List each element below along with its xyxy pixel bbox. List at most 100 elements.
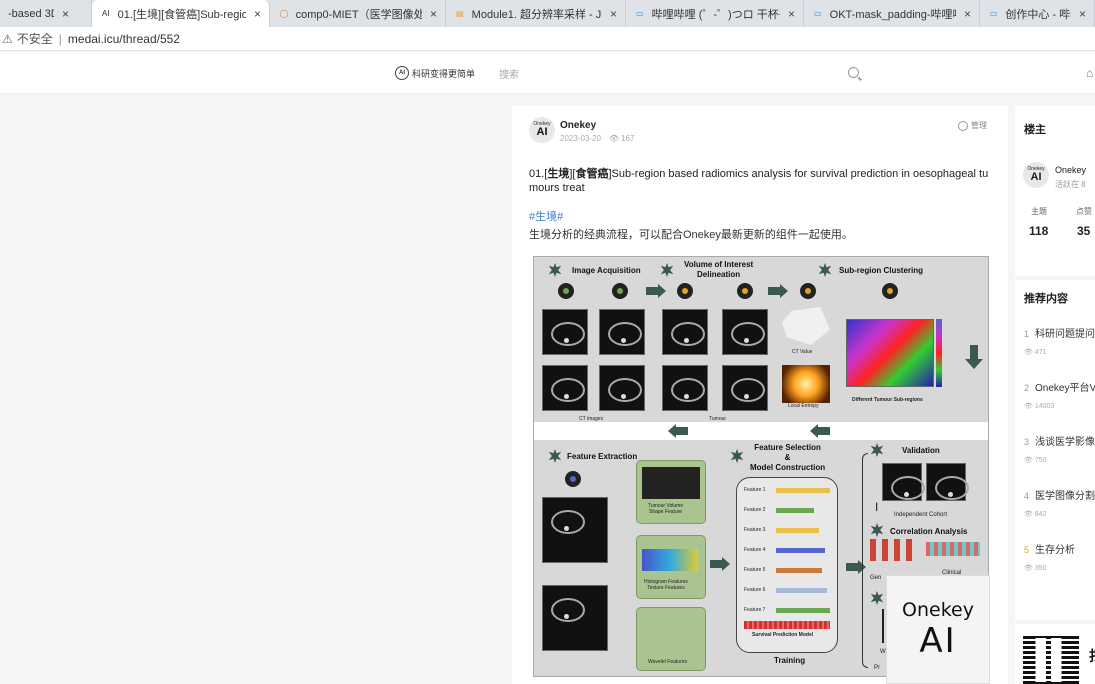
- feature-bar: [776, 588, 827, 593]
- avatar-main-text: AI: [536, 126, 548, 138]
- hashtag-link[interactable]: #生境#: [529, 208, 563, 224]
- label-validation: Validation: [902, 446, 940, 455]
- tab-close-icon[interactable]: ×: [62, 7, 69, 21]
- text-cursor-icon: I: [875, 500, 879, 514]
- views-icon: 👁: [608, 134, 620, 143]
- security-label[interactable]: 不安全: [17, 30, 53, 47]
- url-text[interactable]: medai.icu/thread/552: [68, 32, 180, 46]
- browser-tab[interactable]: ◯ comp0-MIET（医学图像处理）/ ×: [270, 0, 446, 27]
- shape-feature-image: [642, 467, 700, 499]
- address-bar[interactable]: ⚠ 不安全 | medai.icu/thread/552: [0, 27, 1095, 51]
- tab-close-icon[interactable]: ×: [964, 7, 971, 21]
- browser-tab[interactable]: ▭ 创作中心 - 哔哩哔哩弹 ×: [980, 0, 1095, 27]
- list-item[interactable]: 1 科研问题提问: [1024, 325, 1095, 340]
- subregion-heatmap: [846, 319, 934, 387]
- step-icon: [870, 591, 884, 605]
- chart-axis: [882, 609, 884, 643]
- site-header: AI 科研变得更简单 搜索 ⌂: [0, 52, 1095, 94]
- local-entropy-map: [782, 365, 830, 403]
- survival-model-bar: [744, 621, 830, 629]
- post-views: 167: [621, 134, 635, 143]
- tab-close-icon[interactable]: ×: [788, 7, 795, 21]
- ct-scan-image: [599, 365, 645, 411]
- flow-arrow-head: [658, 284, 666, 298]
- recommend-title: 科研问题提问: [1035, 329, 1095, 340]
- search-icon[interactable]: [848, 67, 859, 78]
- label-feature-selection-line1: Feature Selection: [754, 443, 821, 452]
- label-feature-selection-line3: Model Construction: [750, 463, 826, 472]
- tab-title: 哔哩哔哩 (゜-゜)つロ 干杯~-bili: [651, 8, 780, 21]
- browser-tab[interactable]: AI 01.[生境][食管癌]Sub-region ba ×: [92, 0, 270, 27]
- search-input[interactable]: 搜索: [499, 66, 865, 82]
- rank-number: 2: [1024, 383, 1030, 393]
- label-w: W: [880, 649, 886, 655]
- figure-divider: [534, 422, 988, 440]
- address-divider: |: [58, 31, 62, 46]
- step-icon: [730, 449, 744, 463]
- tab-title: -based 3D supe: [8, 7, 54, 20]
- manage-label: 管理: [971, 121, 987, 130]
- flow-arrow-head: [965, 359, 983, 369]
- home-icon[interactable]: ⌂: [1086, 66, 1093, 80]
- tab-title: Module1. 超分辨率采样 - Jupyt: [471, 8, 602, 21]
- author-name[interactable]: Onekey: [560, 120, 596, 131]
- list-item[interactable]: 5 生存分析: [1024, 541, 1075, 556]
- heatmap-legend: [936, 319, 942, 387]
- avatar[interactable]: Onekey AI: [529, 117, 555, 143]
- list-item[interactable]: 3 浅谈医学影像: [1024, 433, 1095, 448]
- flow-arrow: [970, 345, 978, 359]
- title-tag-cancer: 食管癌: [575, 168, 609, 180]
- flow-arrow: [646, 287, 658, 295]
- tab-favicon-icon: ◯: [279, 9, 289, 18]
- flow-arrow-head: [722, 557, 730, 571]
- site-logo[interactable]: AI 科研变得更简单: [395, 66, 475, 80]
- feature-label: Feature 2: [744, 507, 766, 513]
- tab-close-icon[interactable]: ×: [254, 7, 261, 21]
- tab-close-icon[interactable]: ×: [610, 7, 617, 21]
- logo-mark: AI: [395, 66, 409, 80]
- clinical-bars: [926, 542, 980, 556]
- browser-tab-strip: -based 3D supe × AI 01.[生境][食管癌]Sub-region …: [0, 0, 1095, 27]
- rank-number: 5: [1024, 545, 1030, 555]
- browser-tab[interactable]: ▭ OKT-mask_padding-哔哩哔哩 ×: [804, 0, 980, 27]
- stat-likes-label: 点赞: [1076, 207, 1092, 216]
- list-item[interactable]: 4 医学图像分割: [1024, 487, 1095, 502]
- watermark-line1: Onekey: [902, 598, 974, 621]
- recommend-title: 生存分析: [1035, 545, 1076, 556]
- flow-arrow: [846, 563, 858, 571]
- label-wavelet-features: Wavelet Features: [648, 659, 687, 665]
- step-icon: [548, 263, 562, 277]
- step-icon: [548, 449, 562, 463]
- manage-button[interactable]: 管理: [958, 120, 987, 131]
- owner-avatar[interactable]: Onekey AI: [1023, 162, 1049, 188]
- feature-label: Feature 1: [744, 487, 766, 493]
- list-item[interactable]: 2 Onekey平台V: [1024, 379, 1095, 394]
- browser-tab[interactable]: -based 3D supe ×: [0, 0, 92, 27]
- views-icon: 👁: [1024, 403, 1035, 410]
- tab-close-icon[interactable]: ×: [1079, 7, 1086, 21]
- label-gene: Gen: [870, 575, 882, 581]
- recommend-views-count: 471: [1034, 349, 1047, 356]
- label-voi: Volume of Interest Delineation: [684, 260, 753, 280]
- flow-arrow-head: [668, 424, 676, 438]
- feature-bar: [776, 508, 814, 513]
- feature-label: Feature 6: [744, 587, 766, 593]
- recommend-heading: 推荐内容: [1024, 293, 1068, 305]
- browser-tab[interactable]: ▭ 哔哩哔哩 (゜-゜)つロ 干杯~-bili ×: [626, 0, 804, 27]
- rank-number: 4: [1024, 491, 1030, 501]
- owner-active: 活跃在 8: [1055, 180, 1086, 189]
- title-tag-habitat: 生境: [547, 168, 570, 180]
- qr-code-pattern: [1023, 636, 1079, 684]
- label-local-entropy: Local Entropy: [788, 403, 819, 409]
- owner-heading: 楼主: [1024, 124, 1046, 136]
- browser-tab[interactable]: ▤ Module1. 超分辨率采样 - Jupyt ×: [446, 0, 626, 27]
- owner-name[interactable]: Onekey: [1055, 165, 1086, 175]
- ct-value-map: [782, 307, 830, 345]
- page-title: 01.[生境][食管癌]Sub-region based radiomics a…: [529, 167, 991, 195]
- label-shape-feature-line2: Shape Feature: [649, 509, 683, 515]
- label-feature-selection: Feature Selection & Model Construction: [750, 443, 825, 473]
- not-secure-icon: ⚠: [2, 31, 13, 46]
- flow-arrow-head: [810, 424, 818, 438]
- stage-marker: [882, 283, 898, 299]
- tab-close-icon[interactable]: ×: [430, 7, 437, 21]
